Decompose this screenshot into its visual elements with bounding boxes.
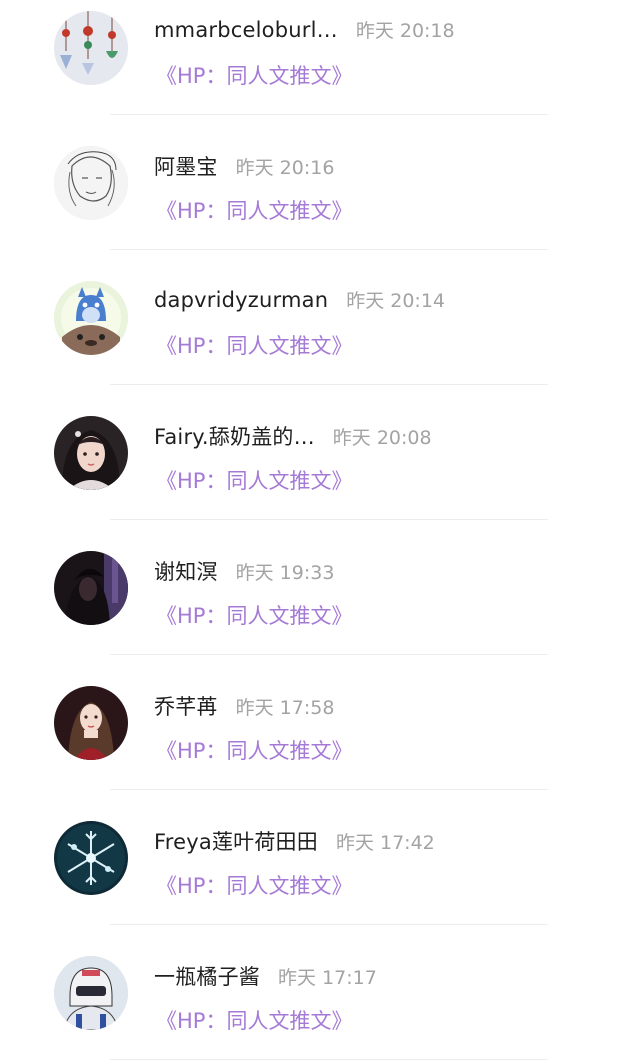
username[interactable]: 谢知溟 [154,556,218,586]
comment-item: Freya莲叶荷田田 昨天 17:42 《HP：同人文推文》 [0,790,640,925]
timestamp: 昨天 20:18 [355,20,455,42]
book-title-link[interactable]: 《HP：同人文推文》 [156,330,352,360]
book-title-link[interactable]: 《HP：同人文推文》 [156,60,352,90]
book-title-link[interactable]: 《HP：同人文推文》 [156,1005,352,1035]
username[interactable]: Fairy.舔奶盖的… [154,421,315,451]
comment-item: 谢知溟 昨天 19:33 《HP：同人文推文》 [0,520,640,655]
book-title-link[interactable]: 《HP：同人文推文》 [156,195,352,225]
timestamp: 昨天 20:14 [346,290,446,312]
girl-red-dress-avatar-icon[interactable] [54,686,128,760]
comment-item: dapvridyzurman 昨天 20:14 《HP：同人文推文》 [0,250,640,385]
dark-figure-avatar-icon[interactable] [54,551,128,625]
girl-portrait-avatar-icon[interactable] [54,416,128,490]
timestamp: 昨天 19:33 [235,562,335,584]
username[interactable]: 阿墨宝 [154,151,218,181]
book-title-link[interactable]: 《HP：同人文推文》 [156,600,352,630]
comment-header: dapvridyzurman 昨天 20:14 [154,286,445,313]
timestamp: 昨天 20:08 [332,427,432,449]
comment-header: Fairy.舔奶盖的… 昨天 20:08 [154,421,432,451]
helmet-figure-avatar-icon[interactable] [54,956,128,1030]
totoro-avatar-icon[interactable] [54,281,128,355]
comment-header: 一瓶橘子酱 昨天 17:17 [154,961,377,991]
timestamp: 昨天 17:17 [278,967,377,989]
sketch-portrait-avatar-icon[interactable] [54,146,128,220]
comment-item: 乔芊苒 昨天 17:58 《HP：同人文推文》 [0,655,640,790]
username[interactable]: mmarbceloburl… [154,18,338,42]
hanging-charms-avatar-icon[interactable] [54,11,128,85]
username[interactable]: Freya莲叶荷田田 [154,826,318,856]
username[interactable]: 乔芊苒 [154,691,218,721]
comment-item: 阿墨宝 昨天 20:16 《HP：同人文推文》 [0,115,640,250]
timestamp: 昨天 17:58 [235,697,335,719]
comment-item: 一瓶橘子酱 昨天 17:17 《HP：同人文推文》 [0,925,640,1060]
comment-item: mmarbceloburl… 昨天 20:18 《HP：同人文推文》 [0,0,640,115]
book-title-link[interactable]: 《HP：同人文推文》 [156,870,352,900]
timestamp: 昨天 20:16 [235,157,335,179]
comment-header: 谢知溟 昨天 19:33 [154,556,334,586]
snowflake-avatar-icon[interactable] [54,821,128,895]
comment-item: Fairy.舔奶盖的… 昨天 20:08 《HP：同人文推文》 [0,385,640,520]
comment-header: 阿墨宝 昨天 20:16 [154,151,334,181]
username[interactable]: 一瓶橘子酱 [154,961,260,991]
comment-header: mmarbceloburl… 昨天 20:18 [154,16,455,43]
book-title-link[interactable]: 《HP：同人文推文》 [156,465,352,495]
book-title-link[interactable]: 《HP：同人文推文》 [156,735,352,765]
timestamp: 昨天 17:42 [335,832,435,854]
comment-header: Freya莲叶荷田田 昨天 17:42 [154,826,435,856]
comment-list: mmarbceloburl… 昨天 20:18 《HP：同人文推文》 阿墨宝 昨… [0,0,640,1060]
username[interactable]: dapvridyzurman [154,288,328,312]
comment-header: 乔芊苒 昨天 17:58 [154,691,334,721]
